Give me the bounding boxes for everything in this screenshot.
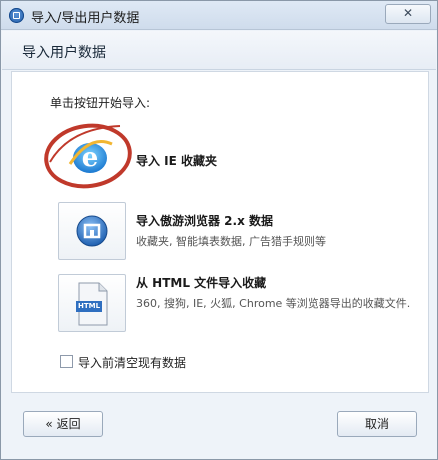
- dialog-window: 导入/导出用户数据 ✕ 导入用户数据 单击按钮开始导入: e 导入 IE 收藏夹…: [0, 0, 438, 460]
- maxthon-icon: [76, 215, 108, 247]
- footer-bar: « 返回 取消: [11, 397, 427, 449]
- import-html-title: 从 HTML 文件导入收藏: [136, 276, 267, 290]
- content-panel: 单击按钮开始导入: e 导入 IE 收藏夹 导入傲游浏览器 2.x 数据 收藏夹…: [11, 71, 429, 393]
- instruction-text: 单击按钮开始导入:: [50, 96, 151, 110]
- import-maxthon-title: 导入傲游浏览器 2.x 数据: [136, 214, 274, 228]
- import-html-desc: 360, 搜狗, IE, 火狐, Chrome 等浏览器导出的收藏文件.: [136, 297, 411, 310]
- import-ie-title: 导入 IE 收藏夹: [136, 154, 218, 168]
- window-title: 导入/导出用户数据: [31, 11, 140, 26]
- cancel-button[interactable]: 取消: [337, 411, 417, 437]
- html-file-icon-label: HTML: [77, 302, 101, 310]
- close-button[interactable]: ✕: [385, 4, 431, 24]
- back-button[interactable]: « 返回: [23, 411, 103, 437]
- ie-icon: e: [68, 140, 113, 173]
- import-maxthon-button[interactable]: [58, 202, 126, 260]
- header-band: 导入用户数据: [2, 31, 436, 70]
- clear-data-checkbox[interactable]: [60, 355, 73, 368]
- maxthon-app-icon: [9, 8, 24, 23]
- page-title: 导入用户数据: [22, 45, 106, 61]
- title-bar: 导入/导出用户数据 ✕: [1, 1, 437, 30]
- import-ie-button[interactable]: e: [58, 130, 124, 186]
- import-maxthon-desc: 收藏夹, 智能填表数据, 广告猎手规则等: [136, 235, 326, 248]
- clear-data-label: 导入前清空现有数据: [78, 356, 187, 370]
- import-html-button[interactable]: HTML: [58, 274, 126, 332]
